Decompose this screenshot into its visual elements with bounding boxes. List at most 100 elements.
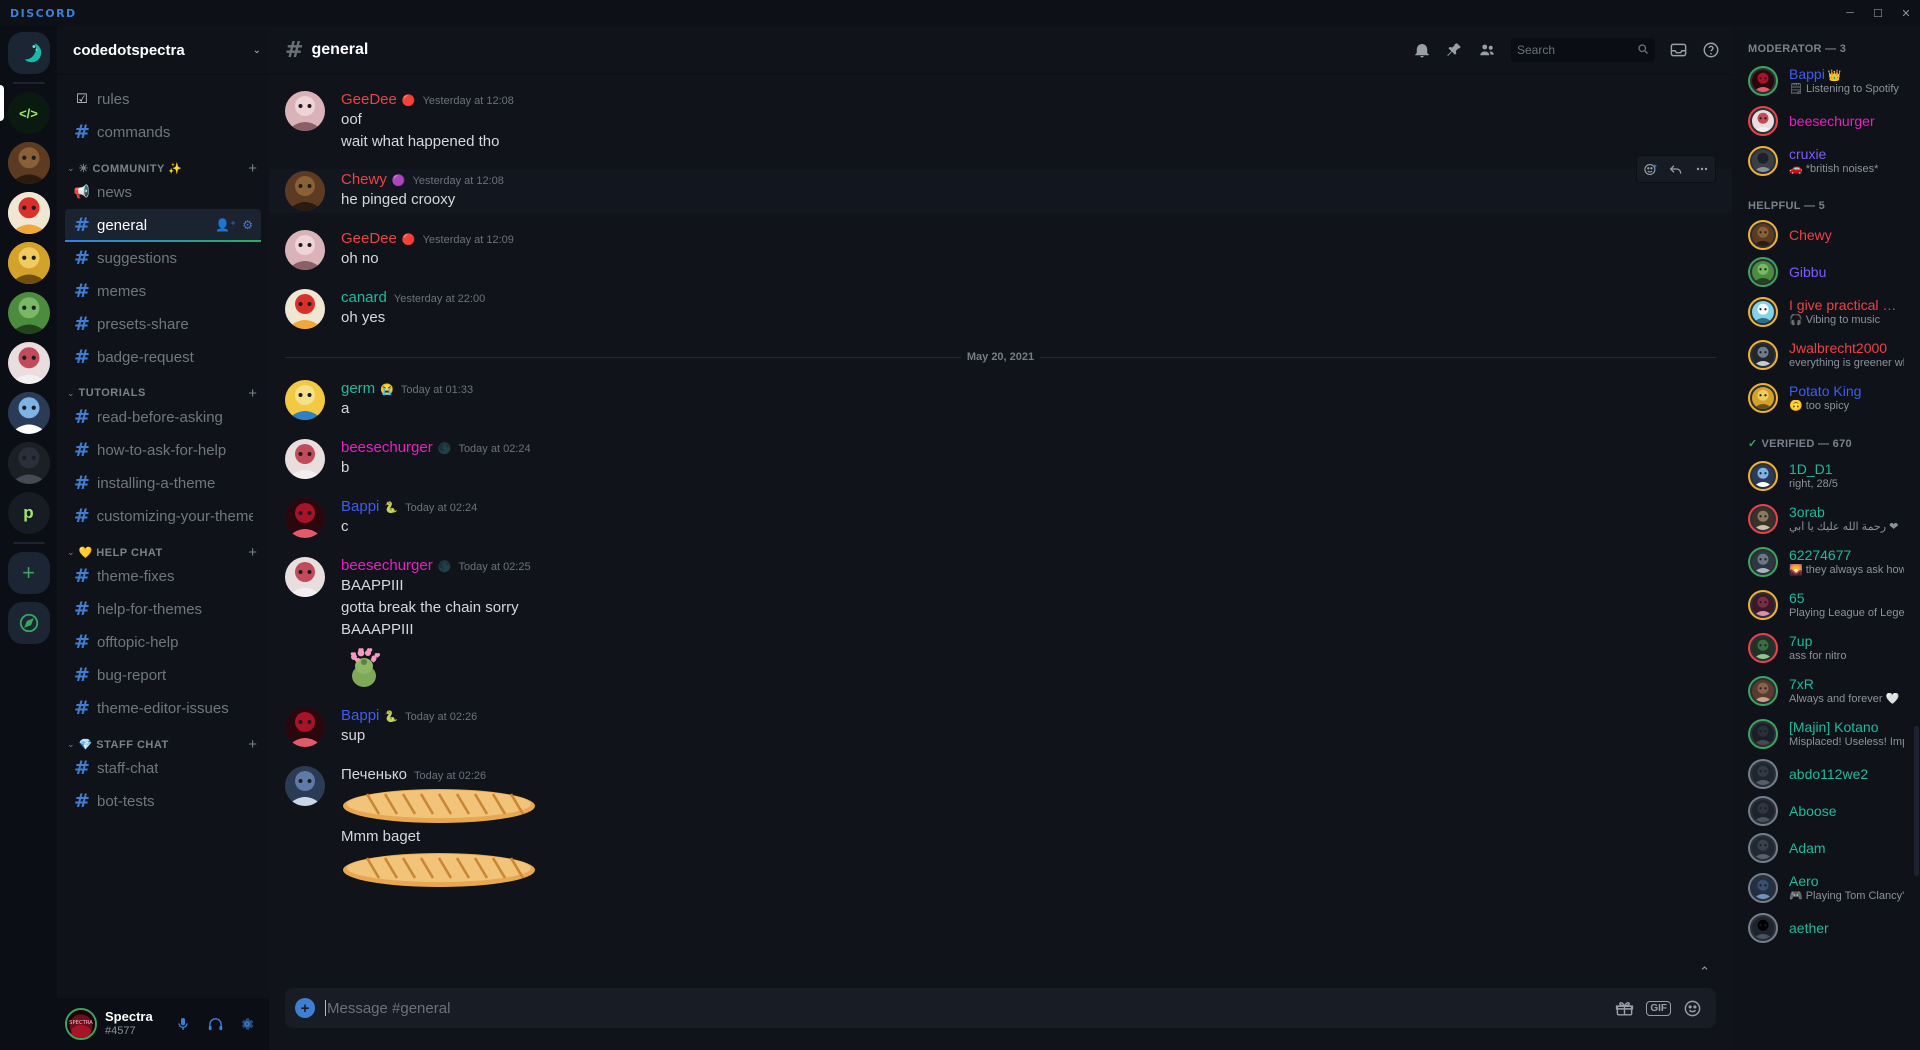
baguette-image[interactable] — [341, 786, 537, 826]
channel-item-offtopic-help[interactable]: # offtopic-help — [65, 626, 261, 658]
member-item[interactable]: Bappi 👑 🗒 Listening to Spotify — [1740, 60, 1912, 102]
avatar[interactable]: SPECTRA — [65, 1008, 97, 1040]
channel-item-general[interactable]: # general 👤⁺ ⚙ — [65, 209, 261, 242]
channel-item-help-for-themes[interactable]: # help-for-themes — [65, 593, 261, 625]
search-input[interactable]: Search — [1511, 38, 1655, 62]
avatar[interactable] — [285, 171, 325, 212]
message-author[interactable]: Печенько — [341, 766, 407, 784]
message-author[interactable]: Bappi — [341, 707, 379, 725]
message-input-box[interactable]: + Message #general GIF — [285, 988, 1716, 1028]
member-item[interactable]: 3orab رحمة الله عليك يا أبي ❤ — [1740, 498, 1912, 540]
channel-item-rules[interactable]: ☑ rules — [65, 83, 261, 115]
message-author[interactable]: canard — [341, 289, 387, 307]
server-icon-spectra-theme[interactable]: </> — [7, 92, 50, 134]
add-channel-icon[interactable]: + — [248, 160, 261, 177]
avatar[interactable] — [285, 380, 325, 421]
gif-picker-button[interactable]: GIF — [1646, 1000, 1671, 1016]
member-item[interactable]: 1D_D1 right, 28/5 — [1740, 455, 1912, 497]
message-author[interactable]: Chewy — [341, 171, 387, 189]
server-icon-anime-server[interactable] — [7, 392, 50, 434]
member-item[interactable]: Gibbu — [1740, 254, 1912, 290]
channel-item-read-before-asking[interactable]: # read-before-asking — [65, 401, 261, 433]
avatar[interactable] — [285, 91, 325, 131]
message-author[interactable]: GeeDee — [341, 230, 397, 248]
guild-header-button[interactable]: codedotspectra ⌄ — [57, 26, 269, 74]
member-item[interactable]: 62274677🌄they always ask how its ma… — [1740, 541, 1912, 583]
member-item[interactable]: Aboose — [1740, 793, 1912, 829]
emoji-icon[interactable] — [1683, 999, 1702, 1018]
add-server-button[interactable]: + — [7, 552, 50, 594]
message-author[interactable]: beesechurger — [341, 557, 433, 575]
message-input[interactable]: Message #general — [325, 999, 1605, 1017]
invite-icon[interactable]: 👤⁺ — [215, 218, 236, 232]
add-reaction-icon[interactable] — [1637, 156, 1663, 182]
avatar[interactable] — [285, 498, 325, 539]
channel-item-badge-request[interactable]: # badge-request — [65, 341, 261, 373]
member-list-scrollbar[interactable] — [1914, 726, 1919, 876]
avatar[interactable] — [285, 230, 325, 271]
add-channel-icon[interactable]: + — [248, 544, 261, 561]
member-item[interactable]: 7up ass for nitro — [1740, 627, 1912, 669]
minimize-button[interactable]: ─ — [1836, 0, 1864, 26]
explore-servers-button[interactable] — [7, 602, 50, 644]
maximize-button[interactable]: ☐ — [1864, 0, 1892, 26]
inbox-icon[interactable] — [1669, 41, 1688, 59]
category-1[interactable]: ⌄ TUTORIALS + — [57, 374, 269, 402]
pinned-messages-icon[interactable] — [1445, 41, 1463, 59]
channel-item-news[interactable]: 📢 news — [65, 176, 261, 208]
message-author[interactable]: beesechurger — [341, 439, 433, 457]
channel-item-memes[interactable]: # memes — [65, 275, 261, 307]
server-icon-chewy-server[interactable] — [7, 142, 50, 184]
category-3[interactable]: ⌄ 💎 STAFF CHAT + — [57, 725, 269, 753]
channel-item-how-to-ask-for-help[interactable]: # how-to-ask-for-help — [65, 434, 261, 466]
headphones-icon[interactable] — [201, 1010, 229, 1038]
message-list[interactable]: GeeDee 🔴 Yesterday at 12:08 oof wait what ha… — [269, 74, 1732, 988]
avatar[interactable] — [285, 707, 325, 748]
notification-bell-icon[interactable] — [1413, 41, 1431, 59]
category-2[interactable]: ⌄ 💛 HELP CHAT + — [57, 533, 269, 561]
member-item[interactable]: abdo112we2 — [1740, 756, 1912, 792]
jump-to-present-icon[interactable]: ⌃ — [1699, 964, 1710, 980]
avatar[interactable] — [285, 766, 325, 807]
avatar[interactable] — [285, 289, 325, 330]
category-0[interactable]: ⌄ ☀ COMMUNITY ✨ + — [57, 149, 269, 177]
member-item[interactable]: [Majin] KotanoMisplaced! Useless! Implau… — [1740, 713, 1912, 755]
gift-icon[interactable] — [1615, 999, 1634, 1018]
server-icon-frog-server[interactable] — [7, 292, 50, 334]
close-button[interactable]: ✕ — [1892, 0, 1920, 26]
add-channel-icon[interactable]: + — [248, 385, 261, 402]
message-author[interactable]: Bappi — [341, 498, 379, 516]
channel-item-customizing-your-theme[interactable]: # customizing-your-theme — [65, 500, 261, 532]
avatar[interactable] — [285, 439, 325, 480]
member-item[interactable]: I give practical advice🎧Vibing to music — [1740, 291, 1912, 333]
member-item[interactable]: Potato King 🙃 too spicy — [1740, 377, 1912, 419]
gear-icon[interactable] — [233, 1010, 261, 1038]
message-author[interactable]: germ — [341, 380, 375, 398]
channel-item-suggestions[interactable]: # suggestions — [65, 242, 261, 274]
channel-item-bug-report[interactable]: # bug-report — [65, 659, 261, 691]
member-item[interactable]: aether — [1740, 910, 1912, 946]
channel-item-commands[interactable]: # commands — [65, 116, 261, 148]
server-icon-red-chat[interactable] — [7, 192, 50, 234]
microphone-icon[interactable] — [169, 1010, 197, 1038]
channel-item-bot-tests[interactable]: # bot-tests — [65, 785, 261, 817]
member-item[interactable]: beesechurger — [1740, 103, 1912, 139]
member-list-icon[interactable] — [1477, 41, 1497, 59]
channel-item-theme-fixes[interactable]: # theme-fixes — [65, 560, 261, 592]
member-item[interactable]: 65Playing League of Legends — [1740, 584, 1912, 626]
server-icon-yinyang-server[interactable] — [7, 442, 50, 484]
channel-item-installing-a-theme[interactable]: # installing-a-theme — [65, 467, 261, 499]
member-item[interactable]: 7xR Always and forever 🤍 — [1740, 670, 1912, 712]
attach-file-button[interactable]: + — [295, 998, 315, 1018]
gear-icon[interactable]: ⚙ — [242, 218, 253, 232]
server-icon-home[interactable] — [7, 32, 50, 74]
message-author[interactable]: GeeDee — [341, 91, 397, 109]
member-item[interactable]: Adam — [1740, 830, 1912, 866]
channel-item-presets-share[interactable]: # presets-share — [65, 308, 261, 340]
member-item[interactable]: Aero🎮Playing Tom Clancy's The … — [1740, 867, 1912, 909]
baguette-image[interactable] — [341, 850, 537, 890]
add-channel-icon[interactable]: + — [248, 736, 261, 753]
server-icon-cat-server[interactable] — [7, 242, 50, 284]
server-icon-p-server[interactable]: p — [7, 492, 50, 534]
channel-item-theme-editor-issues[interactable]: # theme-editor-issues — [65, 692, 261, 724]
